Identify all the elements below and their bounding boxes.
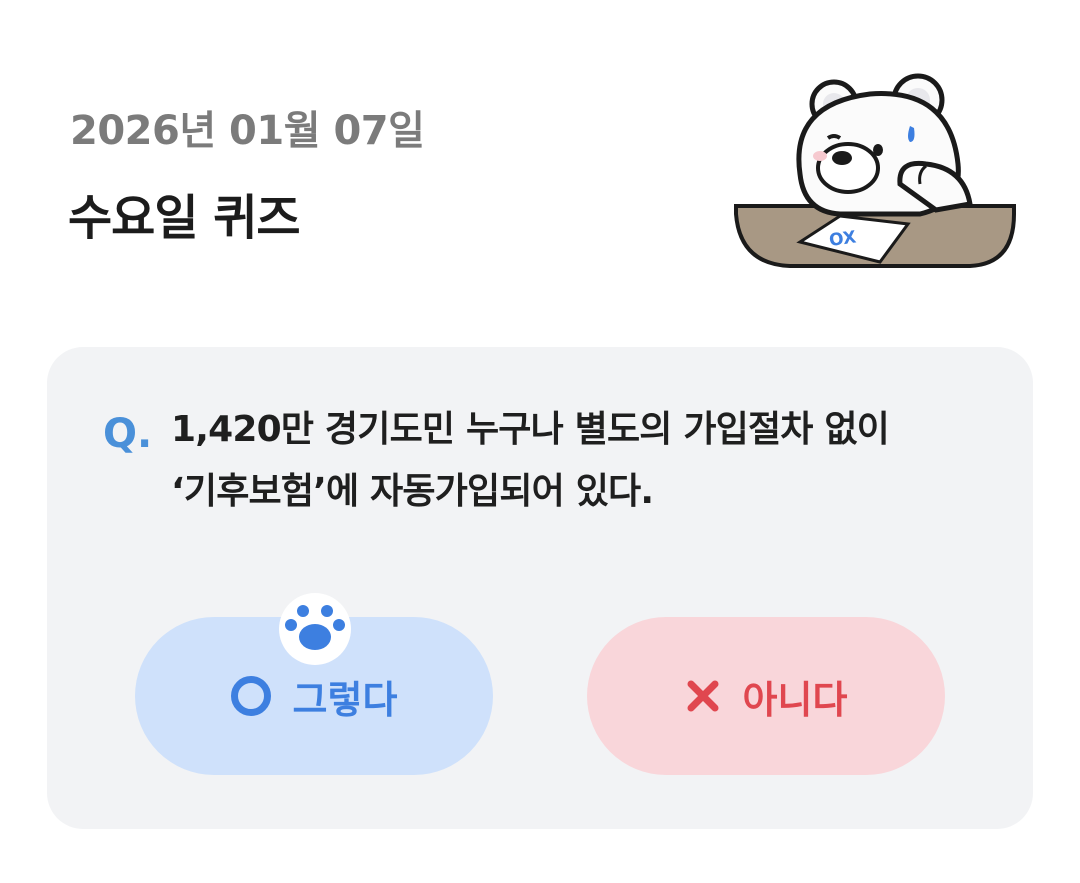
answer-no-label: 아니다 xyxy=(742,677,848,722)
quiz-card: Q. 1,420만 경기도민 누구나 별도의 가입절차 없이 ‘기후보험’에 자… xyxy=(47,347,1033,829)
polar-bear-thinking-icon: OX xyxy=(734,73,1016,268)
question-marker: Q. xyxy=(103,411,153,457)
question-text: 1,420만 경기도민 누구나 별도의 가입절차 없이 ‘기후보험’에 자동가입… xyxy=(171,399,991,523)
question-line-1: 1,420만 경기도민 누구나 별도의 가입절차 없이 xyxy=(171,409,890,450)
paw-icon xyxy=(279,593,351,665)
page-title: 수요일 퀴즈 xyxy=(68,190,301,246)
answer-yes-label: 그렇다 xyxy=(292,677,398,722)
date-label: 2026년 01월 07일 xyxy=(70,108,425,154)
question-line-2: ‘기후보험’에 자동가입되어 있다. xyxy=(171,471,654,512)
answer-no-button[interactable]: 아니다 xyxy=(587,617,945,775)
circle-o-icon xyxy=(230,676,271,716)
x-mark-icon xyxy=(687,680,719,712)
paper-ox-text: OX xyxy=(828,227,857,251)
